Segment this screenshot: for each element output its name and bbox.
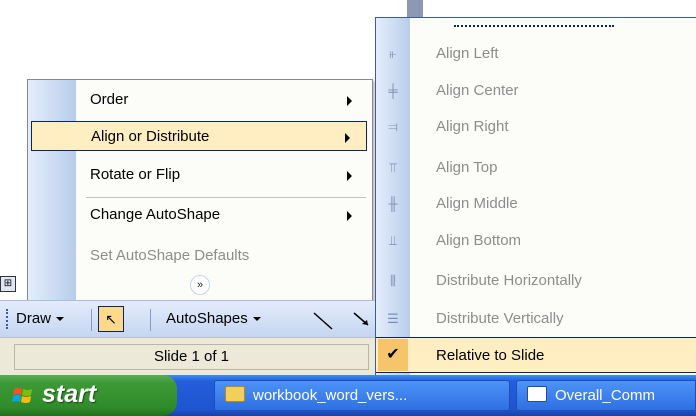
menu-item-label: Rotate or Flip bbox=[90, 166, 181, 183]
windows-flag-icon bbox=[12, 388, 32, 403]
menu-separator bbox=[86, 197, 366, 198]
distribute-vertical-icon: ☰ bbox=[387, 311, 399, 326]
slide-count-label: Slide 1 of 1 bbox=[14, 344, 369, 370]
align-right-icon: ⫤ bbox=[388, 119, 398, 134]
submenu-item-label: Align Middle bbox=[436, 195, 518, 212]
draw-menu-button[interactable]: Draw bbox=[16, 308, 65, 330]
menu-item-label: Set AutoShape Defaults bbox=[90, 247, 250, 264]
taskbar-item-overall-comm[interactable]: Overall_Comm bbox=[516, 380, 696, 411]
window-edge bbox=[407, 0, 423, 17]
align-middle-icon: ╫ bbox=[388, 196, 398, 211]
menu-item-set-autoshape-defaults: Set AutoShape Defaults bbox=[30, 241, 368, 271]
align-left-icon: ⫦ bbox=[389, 46, 397, 61]
submenu-item-label: Distribute Vertically bbox=[436, 310, 564, 327]
dropdown-caret-icon bbox=[252, 317, 261, 322]
submenu-drag-handle[interactable] bbox=[454, 25, 614, 27]
select-objects-arrow-icon[interactable]: ↖ bbox=[98, 306, 124, 332]
submenu-item-align-bottom: ⫫ Align Bottom bbox=[376, 223, 696, 259]
align-top-icon: ⫪ bbox=[389, 160, 397, 175]
submenu-item-distribute-horizontally: ⫼ Distribute Horizontally bbox=[376, 263, 696, 299]
submenu-arrow-icon bbox=[347, 211, 352, 221]
submenu-item-label: Align Center bbox=[436, 82, 519, 99]
folder-icon bbox=[225, 386, 245, 402]
taskbar-item-workbook[interactable]: workbook_word_vers... bbox=[214, 380, 510, 411]
word-document-icon bbox=[527, 386, 547, 402]
menu-item-label: Order bbox=[90, 91, 129, 108]
taskbar: start workbook_word_vers... Overall_Comm bbox=[0, 375, 696, 416]
taskbar-item-label: Overall_Comm bbox=[555, 387, 656, 404]
status-bar: Slide 1 of 1 bbox=[0, 337, 375, 376]
submenu-arrow-icon bbox=[345, 133, 350, 143]
double-chevron-down-icon[interactable]: » bbox=[190, 275, 210, 295]
submenu-item-label: Relative to Slide bbox=[436, 347, 545, 364]
submenu-item-align-middle: ╫ Align Middle bbox=[376, 186, 696, 222]
autoshapes-menu-button[interactable]: AutoShapes bbox=[166, 308, 261, 330]
menu-item-label: Align or Distribute bbox=[91, 128, 210, 145]
taskbar-item-label: workbook_word_vers... bbox=[253, 387, 408, 404]
submenu-item-align-center: ╪ Align Center bbox=[376, 73, 696, 109]
menu-item-rotate-or-flip[interactable]: Rotate or Flip bbox=[30, 160, 368, 190]
submenu-item-label: Align Right bbox=[436, 118, 509, 135]
slide-pane-icon: ⊞ bbox=[0, 276, 16, 292]
submenu-item-label: Align Bottom bbox=[436, 232, 522, 249]
start-label: start bbox=[42, 380, 97, 408]
submenu-item-align-right: ⫤ Align Right bbox=[376, 109, 696, 145]
line-tool-icon[interactable] bbox=[312, 311, 372, 331]
submenu-item-distribute-vertically: ☰ Distribute Vertically bbox=[376, 301, 696, 337]
submenu-item-align-top: ⫪ Align Top bbox=[376, 150, 696, 186]
submenu-item-label: Align Left bbox=[436, 45, 499, 62]
drawing-toolbar: Draw ↖ AutoShapes bbox=[0, 300, 375, 338]
toolbar-grip[interactable] bbox=[6, 309, 10, 329]
checkmark-icon: ✔ bbox=[378, 339, 408, 371]
align-bottom-icon: ⫫ bbox=[389, 233, 397, 248]
draw-button-label: Draw bbox=[16, 310, 52, 327]
align-center-icon: ╪ bbox=[388, 83, 398, 98]
submenu-item-relative-to-slide[interactable]: ✔ Relative to Slide bbox=[376, 337, 696, 373]
start-button[interactable]: start bbox=[0, 375, 177, 416]
distribute-horizontal-icon: ⫼ bbox=[390, 273, 396, 288]
dropdown-caret-icon bbox=[56, 317, 65, 322]
align-distribute-submenu: ⫦ Align Left ╪ Align Center ⫤ Align Righ… bbox=[375, 17, 696, 376]
draw-menu: Order Align or Distribute Rotate or Flip… bbox=[27, 79, 373, 302]
menu-item-label: Change AutoShape bbox=[90, 206, 221, 223]
menu-item-align-or-distribute[interactable]: Align or Distribute bbox=[31, 121, 367, 151]
submenu-item-label: Align Top bbox=[436, 159, 498, 176]
submenu-arrow-icon bbox=[347, 171, 352, 181]
autoshapes-button-label: AutoShapes bbox=[166, 310, 248, 327]
submenu-item-align-left: ⫦ Align Left bbox=[376, 36, 696, 72]
menu-item-change-autoshape[interactable]: Change AutoShape bbox=[30, 200, 368, 230]
submenu-item-label: Distribute Horizontally bbox=[436, 272, 582, 289]
toolbar-separator bbox=[91, 309, 92, 331]
toolbar-separator bbox=[150, 309, 151, 331]
submenu-arrow-icon bbox=[347, 96, 352, 106]
menu-item-order[interactable]: Order bbox=[30, 85, 368, 115]
